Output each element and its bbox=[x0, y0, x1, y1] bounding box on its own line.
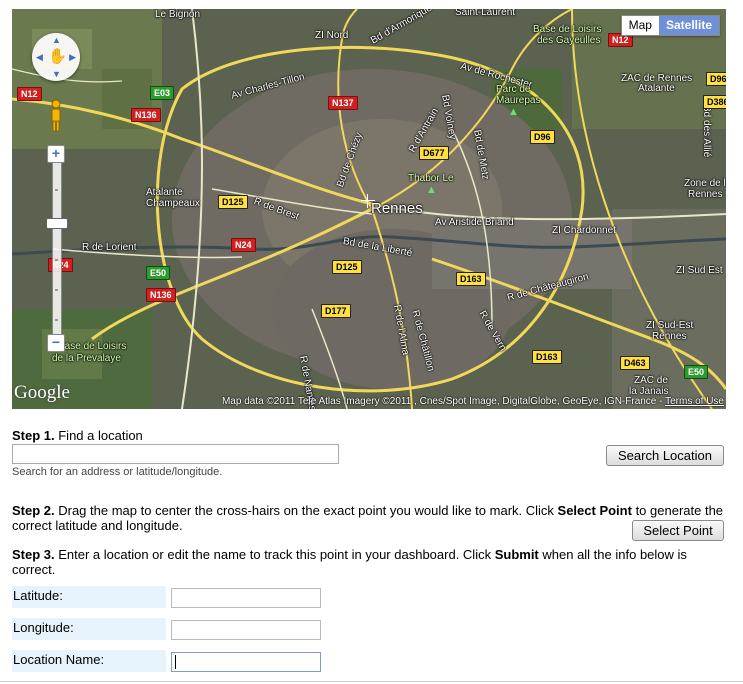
latitude-row: Latitude: bbox=[12, 586, 724, 608]
terms-of-use-link[interactable]: Terms of Use bbox=[665, 396, 724, 407]
pan-left-icon[interactable]: ◀ bbox=[36, 52, 43, 63]
zoom-slider-handle[interactable] bbox=[46, 218, 68, 229]
map-type-control: Map Satellite bbox=[620, 15, 720, 36]
step-3-label: Step 3. bbox=[12, 547, 55, 562]
map-label-zac-de: ZAC de bbox=[634, 375, 668, 386]
map-label-thabor: Thabor Le bbox=[408, 173, 454, 184]
road-shield-e50-east: E50 bbox=[684, 365, 709, 379]
step-3-text-a: Enter a location or edit the name to tra… bbox=[54, 547, 495, 562]
map-label-rennes: Rennes bbox=[371, 200, 423, 217]
road-shield-d125: D125 bbox=[218, 195, 248, 209]
map-label-base-loisirs: Base de Loisirs bbox=[533, 24, 602, 35]
map-label-zone-de: Zone de la bbox=[684, 178, 726, 189]
search-location-button[interactable]: Search Location bbox=[606, 445, 724, 466]
pegman-icon[interactable] bbox=[49, 99, 63, 133]
map-label-zi-chardonnet: ZI Chardonnet bbox=[552, 225, 616, 236]
road-shield-d163-south: D163 bbox=[532, 350, 562, 364]
road-shield-n136: N136 bbox=[131, 108, 161, 122]
location-name-label: Location Name: bbox=[12, 650, 166, 672]
location-search-input[interactable] bbox=[12, 444, 339, 464]
map-label-parc-de: Parc de bbox=[496, 84, 531, 95]
road-shield-e03: E03 bbox=[150, 86, 175, 100]
map-type-map-button[interactable]: Map bbox=[621, 16, 659, 35]
step-2-text-a: Drag the map to center the cross-hairs o… bbox=[54, 503, 558, 518]
map-label-prevalaye: de la Prevalaye bbox=[52, 353, 121, 364]
map-label-atalante-champeaux: Atalante bbox=[146, 187, 183, 198]
zoom-tick bbox=[55, 259, 58, 261]
map-type-satellite-button[interactable]: Satellite bbox=[658, 16, 719, 35]
road-shield-n24: N24 bbox=[231, 238, 256, 252]
location-name-row: Location Name: bbox=[12, 650, 724, 672]
road-shield-d96-east: D96 bbox=[706, 72, 726, 86]
park-icon-thabor: ▲ bbox=[426, 184, 437, 196]
search-hint: Search for an address or latitude/longit… bbox=[12, 466, 223, 478]
latitude-label: Latitude: bbox=[12, 586, 166, 608]
satellite-map[interactable]: Le Bignon Saint-Laurent Base de Loisirs … bbox=[12, 9, 726, 409]
road-shield-e50: E50 bbox=[146, 266, 171, 280]
road-shield-n136-south: N136 bbox=[146, 288, 176, 302]
step-1-label: Step 1. bbox=[12, 428, 55, 443]
longitude-field[interactable] bbox=[171, 620, 321, 640]
location-name-field[interactable] bbox=[171, 652, 321, 672]
longitude-row: Longitude: bbox=[12, 618, 724, 640]
map-label-bd-des-allies: Bd des Allié bbox=[701, 105, 712, 158]
zoom-in-button[interactable]: + bbox=[47, 145, 65, 163]
road-shield-d463: D463 bbox=[620, 356, 650, 370]
pan-up-icon[interactable]: ▲ bbox=[52, 35, 61, 45]
park-icon: ▲ bbox=[508, 106, 519, 118]
map-label-av-aristide-briand: Av Aristide Briand bbox=[435, 217, 514, 228]
crosshair-icon bbox=[361, 194, 375, 208]
map-label-base-loisirs-2: Base de Loisirs bbox=[58, 341, 127, 352]
text-caret bbox=[175, 655, 176, 669]
road-shield-d677: D677 bbox=[419, 146, 449, 160]
pan-control[interactable]: ▲ ▼ ◀ ▶ ✋ bbox=[32, 33, 80, 81]
longitude-label: Longitude: bbox=[12, 618, 166, 640]
road-shield-d177: D177 bbox=[321, 304, 351, 318]
map-label-atalante: Atalante bbox=[638, 83, 675, 94]
road-shield-d125-south: D125 bbox=[332, 260, 362, 274]
road-shield-n12: N12 bbox=[17, 87, 42, 101]
map-label-zi-sud-est-rennes-2: Rennes bbox=[652, 331, 687, 342]
pan-down-icon[interactable]: ▼ bbox=[52, 69, 61, 79]
road-shield-n137: N137 bbox=[328, 96, 358, 110]
map-label-zi-nord: ZI Nord bbox=[315, 30, 349, 41]
map-label-champeaux: Champeaux bbox=[146, 198, 200, 209]
step-2-label: Step 2. bbox=[12, 503, 55, 518]
step-3-instructions: Step 3. Enter a location or edit the nam… bbox=[12, 547, 724, 577]
zoom-tick bbox=[55, 189, 58, 191]
zoom-tick bbox=[55, 289, 58, 291]
map-label-beaulieu: Rennes bbox=[688, 189, 723, 200]
select-point-button[interactable]: Select Point bbox=[632, 520, 724, 541]
step-1-text: Find a location bbox=[54, 428, 143, 443]
zoom-out-button[interactable]: − bbox=[47, 334, 65, 352]
map-label-saint-laurent: Saint-Laurent bbox=[455, 9, 516, 18]
map-label-zi-sud-est: ZI Sud Est bbox=[676, 265, 723, 276]
step-2-instructions: Step 2. Drag the map to center the cross… bbox=[12, 503, 724, 533]
road-shield-d163: D163 bbox=[456, 272, 486, 286]
step-1-heading: Step 1. Find a location bbox=[12, 428, 143, 443]
google-logo: Google bbox=[14, 382, 70, 403]
hand-icon: ✋ bbox=[48, 48, 67, 65]
step-3-bold: Submit bbox=[494, 547, 539, 562]
step-2-bold: Select Point bbox=[557, 503, 632, 518]
map-label-r-de-lorient: R de Lorient bbox=[82, 242, 137, 253]
divider bbox=[0, 681, 743, 682]
zoom-tick bbox=[55, 319, 58, 321]
map-label-zi-sud-est-rennes-1: ZI Sud-Est bbox=[646, 320, 694, 331]
road-shield-d386: D386 bbox=[703, 95, 726, 109]
pan-right-icon[interactable]: ▶ bbox=[69, 52, 76, 63]
map-copyright-text: Map data ©2011 Tele Atlas Imagery ©2011 … bbox=[221, 396, 663, 407]
map-label-le-bignon: Le Bignon bbox=[155, 9, 201, 20]
map-label-maurepas: Maurepas bbox=[496, 95, 541, 106]
latitude-field[interactable] bbox=[171, 588, 321, 608]
map-label-des-gayeulles: des Gayeulles bbox=[537, 35, 601, 46]
road-shield-d96: D96 bbox=[530, 130, 555, 144]
map-copyright: Map data ©2011 Tele Atlas Imagery ©2011 … bbox=[222, 396, 724, 407]
